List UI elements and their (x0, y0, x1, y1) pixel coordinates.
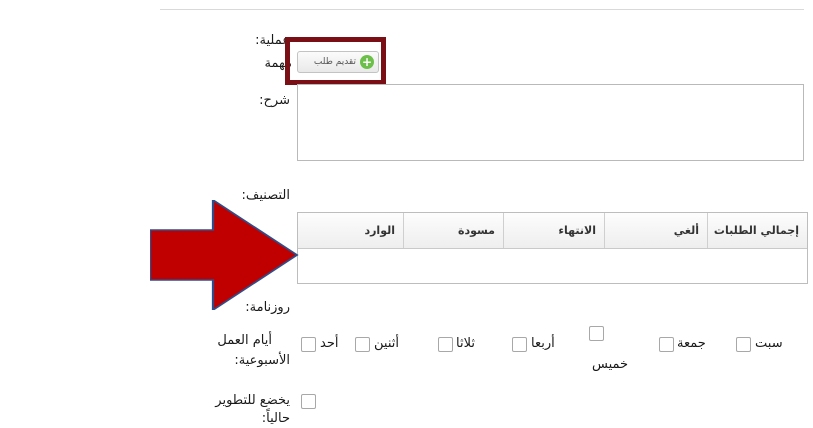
column-total-requests: إجمالي الطلبات (707, 213, 807, 248)
column-cancelled: ألغي (604, 213, 707, 248)
day-sunday: أحد (320, 336, 339, 351)
checkbox-friday[interactable] (659, 337, 674, 352)
checkbox-thursday[interactable] (589, 326, 604, 341)
dev-label-line2: :حالياً (261, 411, 290, 426)
checkbox-monday[interactable] (355, 337, 370, 352)
column-incoming: الوارد (364, 224, 395, 237)
dev-label-line1: يخضع للتطوير (215, 393, 290, 408)
description-label: :شرح (259, 93, 290, 108)
day-saturday: سبت (755, 336, 783, 351)
day-tuesday: ثلاثا (456, 336, 475, 351)
top-divider (160, 9, 804, 10)
day-friday: جمعة (677, 336, 706, 351)
checkbox-sunday[interactable] (301, 337, 316, 352)
checkbox-tuesday[interactable] (438, 337, 453, 352)
submit-request-label: تقديم طلب (313, 57, 356, 67)
workdays-label-line2: :الأسبوعية (234, 353, 290, 368)
table-header: إجمالي الطلبات ألغي الانتهاء مسودة الوار… (298, 213, 807, 249)
column-draft: مسودة (403, 213, 503, 248)
day-monday: أثنين (374, 336, 399, 351)
day-wednesday: أربعا (531, 336, 555, 351)
submit-request-button[interactable]: تقديم طلب + (297, 51, 379, 73)
red-arrow-graphic (150, 200, 299, 310)
checkbox-under-development[interactable] (301, 394, 316, 409)
column-completed: الانتهاء (503, 213, 604, 248)
checkbox-saturday[interactable] (736, 337, 751, 352)
day-thursday: خميس (592, 357, 629, 372)
workdays-label-line1: أيام العمل (217, 333, 272, 348)
classification-table: إجمالي الطلبات ألغي الانتهاء مسودة الوار… (297, 212, 808, 284)
description-textarea[interactable] (297, 84, 804, 161)
plus-icon: + (360, 55, 374, 69)
checkbox-wednesday[interactable] (512, 337, 527, 352)
